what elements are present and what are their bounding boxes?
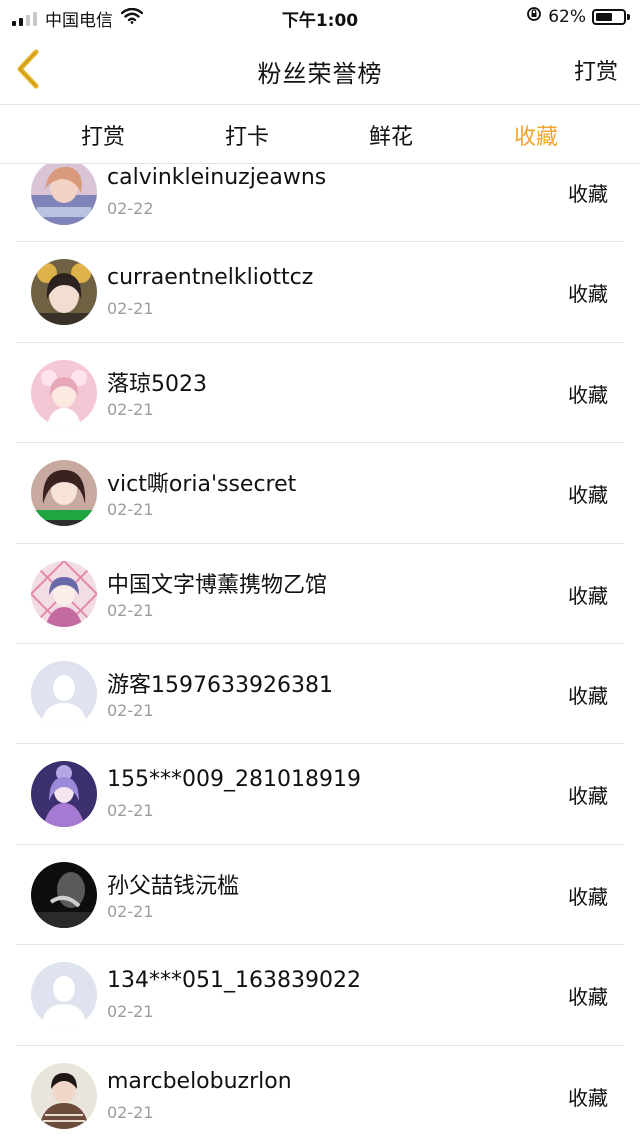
list-item[interactable]: 游客1597633926381 02-21 收藏 [16,644,624,745]
nav-bar: 粉丝荣誉榜 打赏 [0,34,640,105]
list-item[interactable]: 孙父喆钱沅槛 02-21 收藏 [16,845,624,946]
status-bar: 中国电信 下午1:00 62% [0,0,640,34]
fan-date: 02-21 [107,1002,154,1022]
avatar [31,164,97,225]
status-right: 62% [526,6,630,27]
fan-name: calvinkleinuzjeawns [107,165,327,190]
list-item[interactable]: calvinkleinuzjeawns 02-22 收藏 [16,164,624,243]
fan-date: 02-21 [107,600,154,620]
tab-checkin[interactable]: 打卡 [187,119,307,151]
fan-name: 孙父喆钱沅槛 [107,873,240,899]
tab-bar: 打赏 打卡 鲜花 收藏 [0,105,640,164]
fan-date: 02-21 [107,801,154,821]
fan-name: vict嘶oria'ssecret [107,472,297,498]
list-item[interactable]: vict嘶oria'ssecret 02-21 收藏 [16,443,624,544]
list-item[interactable]: 134***051_163839022 02-21 收藏 [16,945,624,1046]
battery-icon [592,8,630,25]
fan-date: 02-21 [107,299,154,319]
avatar [31,560,97,627]
tab-favorites[interactable]: 收藏 [476,119,596,151]
gift-type: 收藏 [568,1085,608,1110]
fan-date: 02-21 [107,500,154,520]
default-avatar-icon [31,660,97,727]
tab-reward[interactable]: 打赏 [43,119,163,151]
gift-type: 收藏 [568,483,608,508]
fan-date: 02-21 [107,901,154,921]
gift-type: 收藏 [568,884,608,909]
orientation-lock-icon [526,6,542,27]
page-title: 粉丝荣誉榜 [257,60,383,88]
reward-button[interactable]: 打赏 [574,54,618,86]
fan-date: 02-21 [107,399,154,419]
list-item[interactable]: curraentnelkliottcz 02-21 收藏 [16,242,624,343]
list-item[interactable]: 155***009_281018919 02-21 收藏 [16,744,624,845]
gift-type: 收藏 [568,784,608,809]
fan-date: 02-21 [107,700,154,720]
tab-flowers[interactable]: 鲜花 [331,119,451,151]
gift-type: 收藏 [568,683,608,708]
avatar [31,861,97,928]
fan-list[interactable]: calvinkleinuzjeawns 02-22 收藏 curraentnel… [0,164,640,1138]
fan-name: curraentnelkliottcz [107,265,314,291]
list-item[interactable]: marcbelobuzrlon 02-21 收藏 [16,1046,624,1138]
gift-type: 收藏 [568,182,608,206]
avatar [31,460,97,527]
list-item[interactable]: 落琼5023 02-21 收藏 [16,343,624,444]
gift-type: 收藏 [568,985,608,1010]
gift-type: 收藏 [568,382,608,407]
fan-name: 中国文字博薰携物乙馆 [107,572,328,598]
fan-name: 落琼5023 [107,371,207,397]
fan-name: marcbelobuzrlon [107,1068,292,1094]
avatar [31,761,97,828]
avatar [31,259,97,326]
gift-type: 收藏 [568,282,608,307]
avatar [31,359,97,426]
avatar [31,1062,97,1129]
fan-name: 134***051_163839022 [107,968,361,994]
fan-list-content: calvinkleinuzjeawns 02-22 收藏 curraentnel… [0,164,640,1138]
list-item[interactable]: 中国文字博薰携物乙馆 02-21 收藏 [16,544,624,644]
fan-name: 155***009_281018919 [107,767,361,793]
gift-type: 收藏 [568,583,608,608]
default-avatar-icon [31,962,97,1029]
fan-date: 02-22 [107,199,154,218]
battery-percent: 62% [548,6,586,27]
fan-date: 02-21 [107,1102,154,1122]
fan-name: 游客1597633926381 [107,672,333,698]
